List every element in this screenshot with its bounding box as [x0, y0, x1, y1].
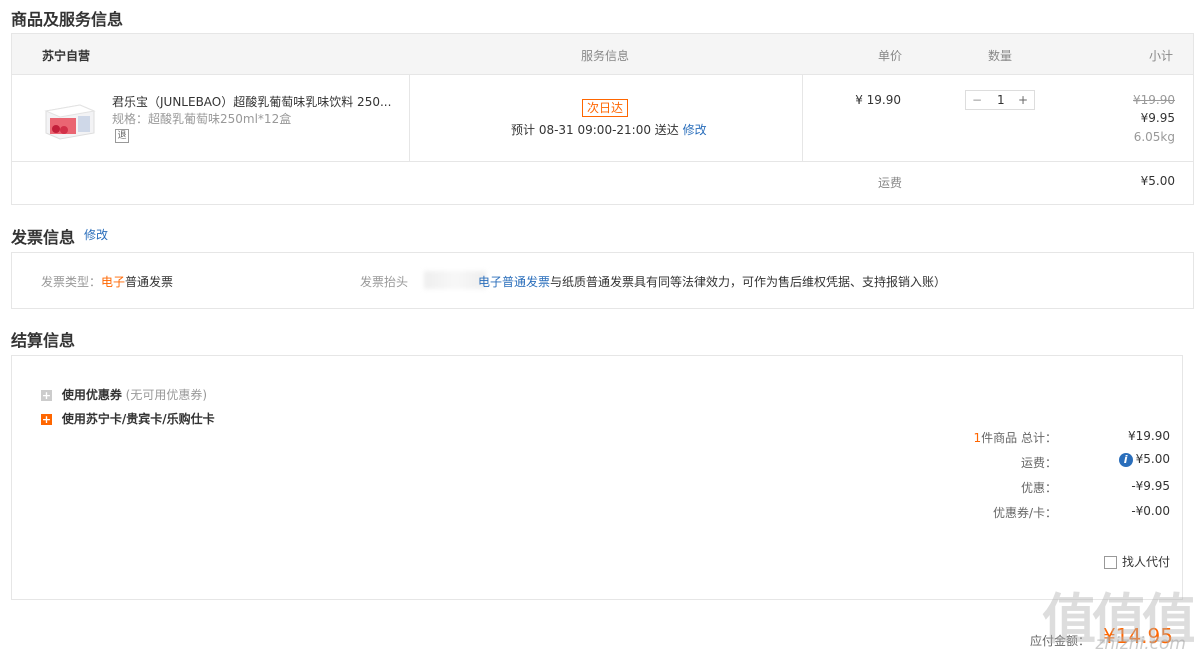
proxy-pay-checkbox[interactable]	[1103, 556, 1117, 569]
product-spec: 规格：超酸乳葡萄味250ml*12盒	[112, 112, 292, 126]
expand-plus-icon[interactable]: +	[41, 390, 52, 401]
next-day-badge: 次日达	[582, 99, 629, 117]
invoice-box: 发票类型：电子普通发票 发票抬头 电子普通发票与纸质普通发票具有同等法律效力，可…	[11, 252, 1194, 309]
qty-plus-button[interactable]: +	[1018, 93, 1028, 107]
item-count-suffix: 件商品 总计：	[981, 431, 1057, 445]
invoice-note: 电子普通发票与纸质普通发票具有同等法律效力，可作为售后维权凭据、支持报销入账）	[478, 273, 946, 290]
summary-discount: -¥9.95	[1131, 479, 1170, 493]
card-row[interactable]: + 使用苏宁卡/贵宾卡/乐购仕卡	[41, 410, 215, 427]
info-icon[interactable]: i	[1118, 452, 1133, 467]
summary-coupon: -¥0.00	[1131, 504, 1170, 518]
invoice-note-text: 与纸质普通发票具有同等法律效力，可作为售后维权凭据、支持报销入账）	[550, 275, 947, 289]
goods-section-title: 商品及服务信息	[11, 10, 124, 29]
divider	[802, 75, 803, 161]
goods-table-header: 苏宁自营 服务信息 单价 数量 小计	[12, 34, 1193, 75]
invoice-type-highlight: 电子	[101, 275, 126, 289]
delivery-info: 预计 08-31 09:00-21:00 送达 修改	[511, 121, 707, 138]
quantity-header: 数量	[988, 49, 1013, 63]
summary-coupon-label: 优惠券/卡：	[992, 506, 1057, 520]
shipping-label: 运费	[878, 176, 903, 190]
settle-box: + 使用优惠券 (无可用优惠券) + 使用苏宁卡/贵宾卡/乐购仕卡 1件商品 总…	[11, 355, 1183, 600]
proxy-pay[interactable]: 找人代付	[1103, 553, 1170, 570]
coupon-note: (无可用优惠券)	[125, 388, 208, 402]
invoice-type: 发票类型：电子普通发票	[41, 273, 173, 290]
e-invoice-link[interactable]: 电子普通发票	[478, 275, 550, 289]
qty-minus-button[interactable]: −	[972, 93, 982, 107]
invoice-header-redacted	[424, 271, 486, 289]
store-name: 苏宁自营	[42, 49, 91, 63]
card-label[interactable]: 使用苏宁卡/贵宾卡/乐购仕卡	[62, 412, 215, 426]
product-name[interactable]: 君乐宝（JUNLEBAO）超酸乳葡萄味乳味饮料 250...	[112, 93, 397, 110]
invoice-section-title: 发票信息	[11, 228, 76, 247]
expand-plus-icon[interactable]: +	[41, 414, 52, 425]
invoice-type-value: 普通发票	[125, 275, 174, 289]
subtotal-header: 小计	[1148, 49, 1173, 63]
summary-shipping-label: 运费：	[1020, 456, 1057, 470]
delivery-edit-link[interactable]: 修改	[683, 123, 707, 137]
divider	[409, 75, 410, 161]
summary-total-label: 1件商品 总计：	[974, 429, 1057, 446]
watermark-url: zhizhi.com	[1095, 634, 1186, 654]
settle-section-title: 结算信息	[11, 331, 76, 350]
summary-shipping: i ¥5.00	[1118, 452, 1170, 467]
coupon-row[interactable]: + 使用优惠券 (无可用优惠券)	[41, 386, 207, 403]
qty-value[interactable]: 1	[997, 93, 1005, 107]
final-price: ¥9.95	[1140, 111, 1175, 125]
table-row: 君乐宝（JUNLEBAO）超酸乳葡萄味乳味饮料 250... 规格：超酸乳葡萄味…	[12, 75, 1193, 162]
unit-price-header: 单价	[878, 49, 903, 63]
shipping-value: ¥5.00	[1140, 174, 1175, 188]
summary-shipping-value: ¥5.00	[1135, 452, 1170, 466]
invoice-header-label: 发票抬头	[360, 275, 409, 289]
invoice-edit-link[interactable]: 修改	[84, 226, 108, 243]
product-image[interactable]	[42, 99, 98, 141]
coupon-label[interactable]: 使用优惠券	[62, 388, 122, 402]
original-price: ¥19.90	[1133, 93, 1175, 107]
delivery-time: 预计 08-31 09:00-21:00 送达	[511, 123, 679, 137]
return-badge: 退	[115, 129, 129, 143]
summary-total: ¥19.90	[1128, 429, 1170, 443]
goods-table: 苏宁自营 服务信息 单价 数量 小计 君乐宝（JUNLEBAO）超酸乳葡萄味乳味…	[11, 33, 1194, 205]
item-weight: 6.05kg	[1133, 130, 1175, 144]
quantity-stepper: − 1 +	[965, 90, 1035, 110]
invoice-type-label: 发票类型：	[41, 275, 102, 289]
summary-discount-label: 优惠：	[1020, 481, 1057, 495]
service-header: 服务信息	[581, 49, 630, 63]
proxy-pay-label[interactable]: 找人代付	[1122, 555, 1170, 569]
unit-price: ¥ 19.90	[855, 93, 901, 107]
